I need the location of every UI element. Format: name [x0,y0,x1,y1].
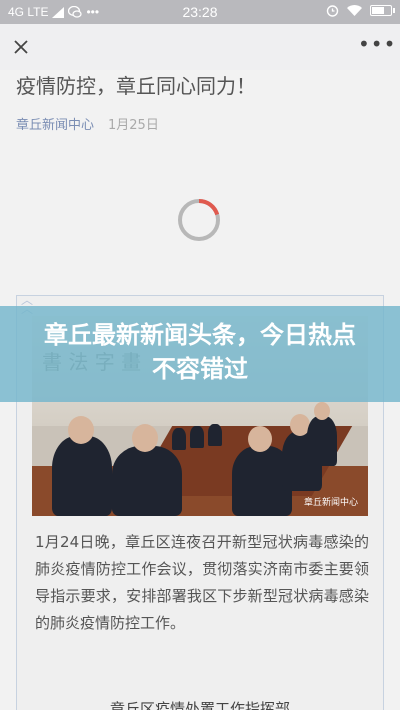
headline-banner[interactable]: 章丘最新新闻头条，今日热点不容错过 [0,306,400,402]
status-right [326,4,395,17]
status-bar: 4G LTE ••• 23:28 [0,0,400,24]
navigation-bar: ••• [0,24,400,70]
article-meta: 章丘新闻中心 1月25日 [16,114,159,133]
wifi-icon [347,5,362,16]
loading-spinner-icon [178,198,220,241]
article-paragraph: 1月24日晚，章丘区连夜召开新型冠状病毒感染的肺炎疫情防控工作会议，贯彻落实济南… [35,533,369,632]
battery-icon [370,5,395,16]
next-section-heading: 章丘区疫情处置工作指挥部 [109,700,290,710]
article-date: 1月25日 [108,118,159,133]
more-icon: ••• [358,32,397,56]
banner-headline: 章丘最新新闻头条，今日热点不容错过 [44,321,356,383]
close-button[interactable] [8,34,34,60]
more-options-button[interactable]: ••• [358,34,395,60]
alarm-icon [326,5,339,17]
article-title: 疫情防控，章丘同心同力！ [16,74,256,98]
close-icon [14,40,28,54]
article-source-link[interactable]: 章丘新闻中心 [16,114,94,133]
photo-watermark: 章丘新闻中心 [303,498,358,508]
